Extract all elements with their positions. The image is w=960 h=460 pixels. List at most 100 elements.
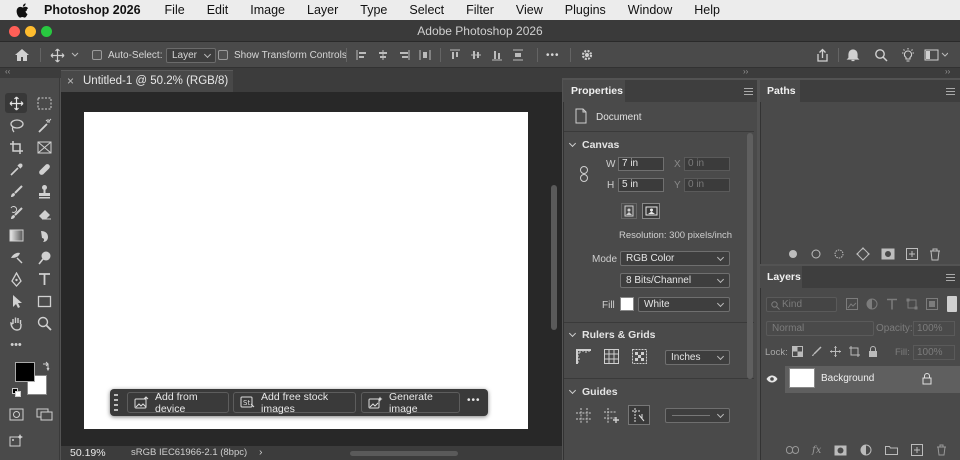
grid-icon[interactable] — [604, 349, 619, 364]
menu-image[interactable]: Image — [250, 3, 285, 17]
lock-artboard-icon[interactable] — [849, 346, 860, 357]
menu-file[interactable]: File — [165, 3, 185, 17]
new-group-icon[interactable] — [885, 445, 899, 455]
brush-tool-icon[interactable] — [5, 181, 27, 201]
guides-section-header[interactable]: Guides — [568, 386, 618, 398]
link-dimensions-icon[interactable] — [580, 166, 588, 182]
align-middle-icon[interactable] — [470, 49, 482, 61]
move-tool-icon[interactable] — [5, 93, 27, 113]
fill-color-swatch[interactable] — [620, 297, 634, 311]
stroke-path-icon[interactable] — [810, 248, 822, 260]
adjustment-layer-icon[interactable] — [860, 444, 872, 456]
eraser-tool-icon[interactable] — [33, 203, 55, 223]
landscape-orientation-icon[interactable] — [642, 203, 660, 219]
layers-panel-menu-icon[interactable] — [946, 274, 955, 281]
edit-toolbar-icon[interactable]: ••• — [5, 335, 27, 355]
add-mask-icon[interactable] — [881, 248, 895, 260]
pixel-grid-icon[interactable] — [632, 349, 647, 364]
eyedropper-tool-icon[interactable] — [5, 159, 27, 179]
pen-tool-icon[interactable] — [5, 269, 27, 289]
align-bottom-icon[interactable] — [491, 49, 503, 61]
add-from-device-button[interactable]: Add from device — [127, 391, 229, 415]
canvas-section-header[interactable]: Canvas — [568, 139, 619, 151]
layer-row-background[interactable]: Background — [785, 366, 960, 393]
ruler-icon[interactable] — [576, 349, 592, 365]
menu-plugins[interactable]: Plugins — [565, 3, 606, 17]
lightbulb-icon[interactable] — [900, 42, 916, 68]
frame-tool-icon[interactable] — [33, 137, 55, 157]
apple-icon[interactable] — [16, 2, 30, 18]
share-icon[interactable] — [815, 42, 830, 68]
align-right-icon[interactable] — [398, 49, 410, 61]
menu-window[interactable]: Window — [628, 3, 672, 17]
move-tool-preset-icon[interactable] — [50, 42, 79, 68]
align-left-icon[interactable] — [356, 49, 368, 61]
auto-select-target-dropdown[interactable]: Layer — [166, 42, 217, 68]
menu-help[interactable]: Help — [694, 3, 720, 17]
horizontal-scrollbar-thumb[interactable] — [350, 451, 458, 456]
lock-position-icon[interactable] — [830, 346, 841, 357]
zoom-level[interactable]: 50.19% — [70, 447, 106, 459]
make-work-path-icon[interactable] — [856, 247, 870, 261]
search-icon[interactable] — [874, 42, 888, 68]
new-guide-icon[interactable] — [604, 408, 620, 424]
gear-icon[interactable] — [580, 42, 594, 68]
default-colors-icon[interactable] — [12, 388, 21, 397]
vertical-scrollbar-thumb[interactable] — [551, 185, 557, 330]
new-layer-icon[interactable] — [911, 444, 924, 456]
rectangle-tool-icon[interactable] — [33, 291, 55, 311]
distribute-horizontal-icon[interactable] — [419, 49, 431, 61]
fill-path-icon[interactable] — [787, 248, 799, 260]
guide-style-dropdown[interactable] — [665, 408, 730, 423]
crop-tool-icon[interactable] — [5, 137, 27, 157]
menu-layer[interactable]: Layer — [307, 3, 338, 17]
portrait-orientation-icon[interactable] — [621, 203, 637, 219]
lock-transparent-pixels-icon[interactable] — [792, 346, 803, 357]
layer-lock-icon[interactable] — [922, 373, 932, 385]
generative-fill-icon[interactable] — [5, 430, 27, 450]
ruler-units-dropdown[interactable]: Inches — [665, 350, 730, 365]
new-path-icon[interactable] — [906, 248, 918, 260]
screen-mode-icon[interactable] — [33, 404, 55, 424]
distribute-vertical-icon[interactable] — [512, 49, 524, 61]
history-brush-tool-icon[interactable] — [5, 203, 27, 223]
add-layer-mask-icon[interactable] — [834, 445, 847, 456]
smart-guides-icon[interactable] — [628, 405, 650, 425]
lock-all-icon[interactable] — [868, 346, 878, 357]
delete-path-icon[interactable] — [929, 248, 941, 261]
properties-scrollbar-thumb[interactable] — [747, 133, 753, 379]
menu-filter[interactable]: Filter — [466, 3, 494, 17]
generate-image-button[interactable]: Generate image — [361, 391, 460, 415]
menu-edit[interactable]: Edit — [207, 3, 229, 17]
close-tab-icon[interactable]: × — [67, 71, 74, 92]
align-top-icon[interactable] — [449, 49, 461, 61]
drag-handle-icon[interactable] — [114, 394, 118, 411]
spot-healing-tool-icon[interactable] — [33, 159, 55, 179]
paths-panel-menu-icon[interactable] — [946, 88, 955, 95]
rulers-grids-section-header[interactable]: Rulers & Grids — [568, 329, 656, 341]
dodge-tool-icon[interactable] — [5, 247, 27, 267]
status-info-menu-icon[interactable]: › — [259, 446, 263, 458]
fill-dropdown[interactable]: White — [638, 297, 730, 312]
app-menu[interactable]: Photoshop 2026 — [44, 3, 141, 17]
menu-view[interactable]: View — [516, 3, 543, 17]
workspace-switcher-icon[interactable] — [924, 42, 948, 68]
menu-type[interactable]: Type — [360, 3, 387, 17]
magic-wand-tool-icon[interactable] — [33, 115, 55, 135]
clone-stamp-tool-icon[interactable] — [33, 181, 55, 201]
sponge-tool-icon[interactable] — [33, 247, 55, 267]
add-free-stock-images-button[interactable]: St Add free stock images — [233, 391, 356, 415]
load-path-selection-icon[interactable] — [833, 248, 845, 260]
foreground-color-swatch-front[interactable] — [15, 362, 35, 382]
quick-mask-icon[interactable] — [5, 404, 27, 424]
type-tool-icon[interactable] — [33, 269, 55, 289]
guide-icon[interactable] — [576, 408, 592, 424]
home-icon[interactable] — [14, 42, 30, 68]
panel-menu-icon[interactable] — [744, 88, 753, 95]
collapse-right-panels-icon[interactable]: ›› — [945, 67, 950, 76]
collapse-panels-icon[interactable]: ›› — [743, 67, 748, 76]
collapse-toolbar-icon[interactable]: ‹‹ — [5, 67, 10, 76]
marquee-tool-icon[interactable] — [33, 93, 55, 113]
document-tab[interactable]: × Untitled-1 @ 50.2% (RGB/8) * — [61, 70, 233, 108]
lasso-tool-icon[interactable] — [5, 115, 27, 135]
